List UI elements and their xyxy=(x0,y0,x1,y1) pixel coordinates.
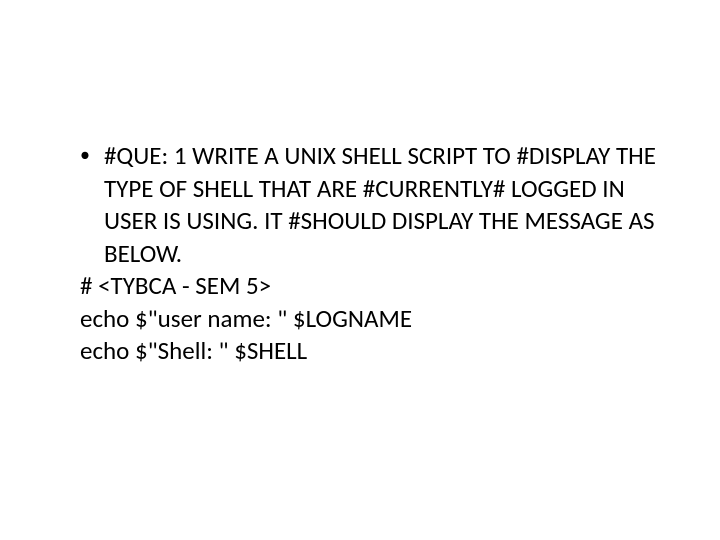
code-line-3: echo $"Shell: " $SHELL xyxy=(50,335,670,368)
bullet-text: #QUE: 1 WRITE A UNIX SHELL SCRIPT TO #DI… xyxy=(104,140,670,270)
bullet-marker: • xyxy=(80,140,90,171)
code-line-2: echo $"user name: " $LOGNAME xyxy=(50,303,670,336)
code-line-1: # <TYBCA - SEM 5> xyxy=(50,270,670,303)
bullet-item: • #QUE: 1 WRITE A UNIX SHELL SCRIPT TO #… xyxy=(50,140,670,270)
